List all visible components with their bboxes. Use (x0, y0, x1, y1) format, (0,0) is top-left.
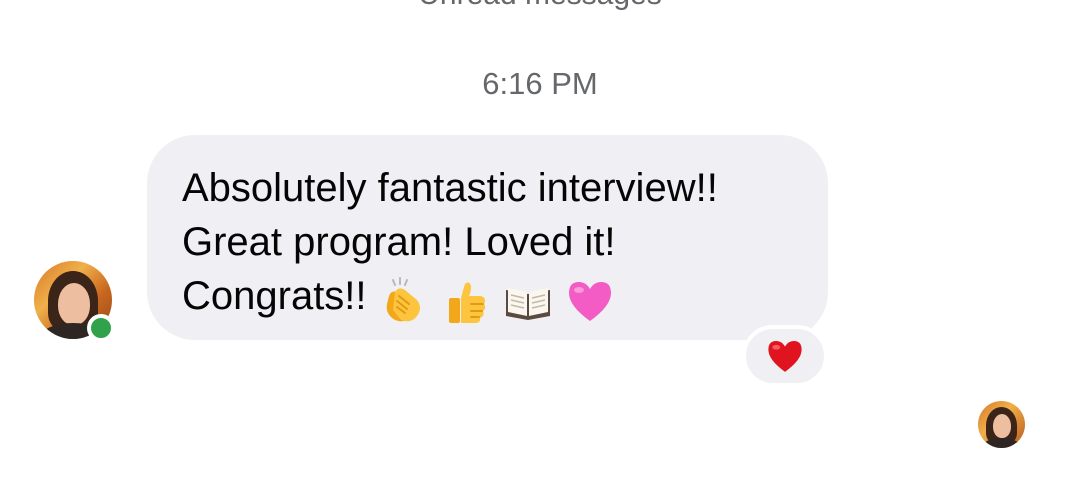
message-line: Absolutely fantastic interview!! (182, 166, 718, 210)
pink-heart-emoji (569, 281, 612, 321)
message-reaction[interactable] (742, 325, 828, 387)
avatar-face (993, 414, 1011, 438)
message-line-with-emojis: Congrats!! (182, 269, 798, 326)
thumbs-up-emoji (448, 282, 486, 323)
read-receipt-avatar (978, 401, 1025, 448)
clapping-hands-emoji (386, 276, 420, 321)
open-book-emoji (505, 287, 550, 320)
message-bubble[interactable]: Absolutely fantastic interview!! Great p… (147, 135, 828, 340)
chat-thread: Unread messages 6:16 PM Absolutely fanta… (0, 0, 1080, 492)
message-line-text: Congrats!! (182, 274, 367, 318)
message-timestamp: 6:16 PM (482, 66, 598, 101)
avatar-face (58, 283, 90, 325)
emoji-row (378, 271, 615, 325)
online-status-indicator (87, 314, 115, 342)
unread-messages-divider: Unread messages (0, 0, 1080, 12)
message-line: Great program! Loved it! (182, 220, 616, 264)
red-heart-emoji (768, 340, 802, 372)
